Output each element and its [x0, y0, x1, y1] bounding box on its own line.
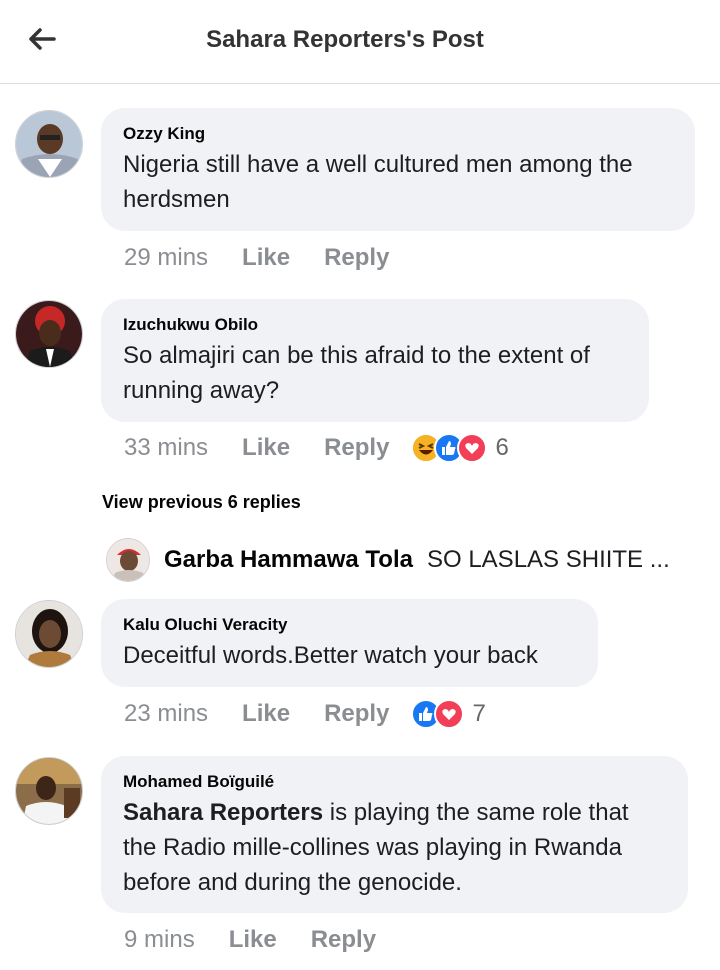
- comment-time[interactable]: 23 mins: [124, 700, 208, 728]
- avatar[interactable]: [15, 110, 83, 178]
- comment-author[interactable]: Ozzy King: [123, 124, 673, 144]
- like-button[interactable]: Like: [242, 434, 290, 462]
- reply-button[interactable]: Reply: [324, 700, 389, 728]
- avatar[interactable]: [15, 600, 83, 668]
- view-previous-replies-link[interactable]: View previous 6 replies: [102, 492, 301, 513]
- comment-actions: 9 mins Like Reply: [124, 926, 376, 954]
- comment-author[interactable]: Izuchukwu Obilo: [123, 315, 627, 335]
- love-reaction-icon: [457, 433, 488, 463]
- reply-button[interactable]: Reply: [324, 434, 389, 462]
- reply-text: SO LASLAS SHIITE ...: [426, 546, 670, 573]
- reply-author[interactable]: Garba Hammawa Tola: [164, 546, 413, 574]
- comment-author[interactable]: Mohamed Boïguilé: [123, 772, 666, 792]
- comment-text: Nigeria still have a well cultured men a…: [123, 151, 633, 213]
- reactions-summary[interactable]: 6: [411, 433, 509, 463]
- reaction-count: 7: [472, 700, 486, 727]
- comment-actions: 29 mins Like Reply: [124, 244, 389, 272]
- like-button[interactable]: Like: [242, 700, 290, 728]
- like-button[interactable]: Like: [229, 926, 277, 954]
- mention-link[interactable]: Sahara Reporters: [123, 799, 323, 826]
- post-header: Sahara Reporters's Post: [0, 0, 720, 84]
- comment-text: Sahara Reporters is playing the same rol…: [123, 795, 666, 900]
- avatar[interactable]: [15, 757, 83, 825]
- reply-button[interactable]: Reply: [311, 926, 376, 954]
- comment-text: Deceitful words.Better watch your back: [123, 642, 538, 669]
- comment-time[interactable]: 33 mins: [124, 434, 208, 462]
- avatar[interactable]: [15, 300, 83, 368]
- comment-time[interactable]: 9 mins: [124, 926, 195, 954]
- reply-button[interactable]: Reply: [324, 244, 389, 272]
- comment-actions: 23 mins Like Reply 7: [124, 699, 486, 729]
- love-reaction-icon: [434, 699, 465, 729]
- comment-actions: 33 mins Like Reply 6: [124, 433, 509, 463]
- avatar[interactable]: [106, 538, 150, 582]
- reply-preview[interactable]: Garba Hammawa Tola SO LASLAS SHIITE ...: [106, 536, 706, 584]
- reactions-summary[interactable]: 7: [411, 699, 486, 729]
- comment-time[interactable]: 29 mins: [124, 244, 208, 272]
- comment-bubble: Izuchukwu Obilo So almajiri can be this …: [101, 299, 649, 422]
- like-button[interactable]: Like: [242, 244, 290, 272]
- comment-bubble: Mohamed Boïguilé Sahara Reporters is pla…: [101, 756, 688, 913]
- comment-author[interactable]: Kalu Oluchi Veracity: [123, 615, 576, 635]
- reaction-count: 6: [495, 434, 509, 461]
- comment-bubble: Ozzy King Nigeria still have a well cult…: [101, 108, 695, 231]
- comment-text: So almajiri can be this afraid to the ex…: [123, 342, 590, 404]
- page-title: Sahara Reporters's Post: [206, 26, 484, 53]
- comment-bubble: Kalu Oluchi Veracity Deceitful words.Bet…: [101, 599, 598, 687]
